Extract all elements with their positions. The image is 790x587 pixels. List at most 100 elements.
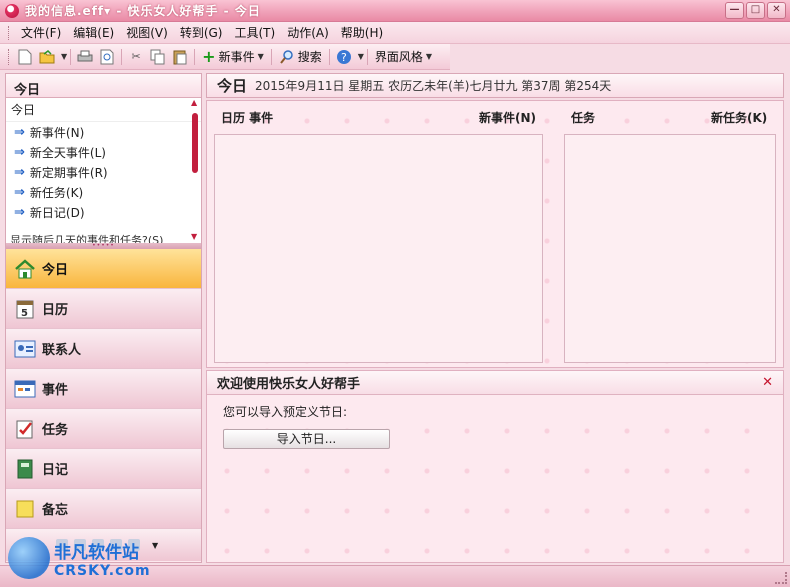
left-panel: 今日 今日 ⇒ 新事件(N) ⇒ 新全天事件(L) ⇒ 新定期事件(R) ⇒ 新… xyxy=(5,73,202,563)
task-new-task[interactable]: ⇒ 新任务(K) xyxy=(6,182,201,202)
help-dropdown-icon[interactable]: ▼ xyxy=(358,52,364,61)
task-label: 新日记(D) xyxy=(29,205,85,220)
contact-card-icon xyxy=(14,338,36,360)
copy-icon[interactable] xyxy=(150,49,166,65)
watermark-text: 非凡软件站 CRSKY.com xyxy=(54,538,151,579)
new-task-link[interactable]: 新任务(K) xyxy=(711,109,767,126)
task-new-diary[interactable]: ⇒ 新日记(D) xyxy=(6,202,201,222)
task-label: 新定期事件(R) xyxy=(29,165,108,180)
close-icon[interactable]: ✕ xyxy=(762,375,773,390)
open-dropdown-icon[interactable]: ▼ xyxy=(61,52,67,61)
scroll-up-icon[interactable]: ▲ xyxy=(191,99,199,107)
cut-icon[interactable]: ✂ xyxy=(128,49,144,65)
scroll-thumb[interactable] xyxy=(192,113,198,173)
toolbar-separator xyxy=(194,48,196,65)
nav-diary[interactable]: 日记 xyxy=(6,449,201,489)
calendar-events-heading: 日历 事件 xyxy=(221,111,274,125)
arrow-right-icon: ⇒ xyxy=(14,164,25,180)
scroll-down-icon[interactable]: ▼ xyxy=(191,233,199,241)
nav-calendar[interactable]: 5 日历 xyxy=(6,289,201,329)
welcome-text: 您可以导入预定义节日: xyxy=(223,405,348,419)
menu-action[interactable]: 动作(A) xyxy=(281,24,335,41)
open-folder-icon[interactable] xyxy=(39,49,55,65)
welcome-title: 欢迎使用快乐女人好帮手 xyxy=(217,377,361,392)
task-new-allday-event[interactable]: ⇒ 新全天事件(L) xyxy=(6,142,201,162)
nav-label: 联系人 xyxy=(42,343,82,358)
quick-task-list: 今日 ⇒ 新事件(N) ⇒ 新全天事件(L) ⇒ 新定期事件(R) ⇒ 新任务(… xyxy=(6,98,201,243)
resize-grip[interactable] xyxy=(775,572,787,584)
task-new-recurring-event[interactable]: ⇒ 新定期事件(R) xyxy=(6,162,201,182)
menu-edit[interactable]: 编辑(E) xyxy=(67,24,120,41)
nav-label: 今日 xyxy=(42,263,69,278)
watermark: 非凡软件站 CRSKY.com xyxy=(8,532,168,584)
new-event-dropdown-icon[interactable]: ▼ xyxy=(258,52,264,61)
svg-text:5: 5 xyxy=(21,308,28,319)
events-list[interactable] xyxy=(214,134,543,363)
nav-today[interactable]: 今日 xyxy=(6,249,201,289)
memo-icon xyxy=(14,498,36,520)
task-new-event[interactable]: ⇒ 新事件(N) xyxy=(6,122,201,142)
new-event-label: 新事件 xyxy=(218,50,255,64)
tasks-heading: 任务 xyxy=(571,111,596,125)
maximize-button[interactable]: □ xyxy=(746,2,765,19)
watermark-cn: 非凡软件站 xyxy=(54,542,139,563)
app-logo-icon xyxy=(5,3,19,18)
nav-label: 备忘 xyxy=(42,503,69,518)
task-label: 新任务(K) xyxy=(29,185,84,200)
nav-label: 任务 xyxy=(42,423,69,438)
tasks-list[interactable] xyxy=(564,134,776,363)
window-controls: — □ ✕ xyxy=(725,2,786,19)
date-line: 2015年9月11日 星期五 农历乙未年(羊)七月廿九 第37周 第254天 xyxy=(255,79,612,93)
page-title: 今日 xyxy=(217,77,248,95)
nav-memo[interactable]: 备忘 xyxy=(6,489,201,529)
arrow-right-icon: ⇒ xyxy=(14,124,25,140)
menu-file[interactable]: 文件(F) xyxy=(15,24,67,41)
today-content: 日历 事件 新事件(N) 任务 新任务(K) xyxy=(206,100,784,368)
toolbar-separator xyxy=(328,48,330,65)
search-icon xyxy=(279,49,293,64)
nav-label: 日记 xyxy=(42,463,69,478)
close-button[interactable]: ✕ xyxy=(767,2,786,19)
minimize-button[interactable]: — xyxy=(725,2,744,19)
svg-text:?: ? xyxy=(341,51,347,64)
plus-icon: + xyxy=(202,47,216,66)
nav-label: 日历 xyxy=(42,303,69,318)
skin-button[interactable]: 界面风格 ▼ xyxy=(375,48,432,65)
search-button[interactable]: 搜索 xyxy=(279,48,322,65)
nav-tasks[interactable]: 任务 xyxy=(6,409,201,449)
menu-view[interactable]: 视图(V) xyxy=(120,24,174,41)
show-upcoming-link[interactable]: 显示随后几天的事件和任务?(S) xyxy=(10,232,163,243)
print-preview-icon[interactable] xyxy=(99,49,115,65)
search-label: 搜索 xyxy=(297,50,322,64)
menubar-grip[interactable] xyxy=(8,25,11,40)
calendar-icon: 5 xyxy=(14,298,36,320)
nav-contacts[interactable]: 联系人 xyxy=(6,329,201,369)
left-panel-title: 今日 xyxy=(6,74,201,98)
menu-help[interactable]: 帮助(H) xyxy=(335,24,389,41)
nav-events[interactable]: 事件 xyxy=(6,369,201,409)
paste-icon[interactable] xyxy=(172,49,188,65)
watermark-en: CRSKY.com xyxy=(54,562,151,579)
skin-dropdown-icon[interactable]: ▼ xyxy=(426,52,432,61)
arrow-right-icon: ⇒ xyxy=(14,144,25,160)
watermark-logo-icon xyxy=(8,537,50,579)
new-event-button[interactable]: + 新事件 ▼ xyxy=(202,47,264,66)
toolbar-separator xyxy=(121,48,123,65)
toolbar: ▼ ✂ + 新事件 ▼ 搜索 ? ▼ 界面风格 ▼ xyxy=(0,44,450,70)
diary-icon xyxy=(14,458,36,480)
new-event-link[interactable]: 新事件(N) xyxy=(479,109,536,126)
print-icon[interactable] xyxy=(77,49,93,65)
menu-goto[interactable]: 转到(G) xyxy=(174,24,229,41)
help-icon[interactable]: ? xyxy=(336,49,352,65)
title-bar: 我的信息.eff▾ - 快乐女人好帮手 - 今日 — □ ✕ xyxy=(0,0,790,22)
new-document-icon[interactable] xyxy=(17,49,33,65)
toolbar-grip[interactable] xyxy=(8,48,11,65)
home-icon xyxy=(14,258,36,280)
task-list-scrollbar[interactable]: ▲ ▼ xyxy=(191,99,199,241)
skin-label: 界面风格 xyxy=(374,50,423,64)
welcome-panel: 欢迎使用快乐女人好帮手 ✕ 您可以导入预定义节日: 导入节日... xyxy=(206,370,784,563)
arrow-right-icon: ⇒ xyxy=(14,184,25,200)
menu-tools[interactable]: 工具(T) xyxy=(228,24,281,41)
welcome-header: 欢迎使用快乐女人好帮手 ✕ xyxy=(207,371,783,395)
import-holidays-button[interactable]: 导入节日... xyxy=(223,429,390,449)
